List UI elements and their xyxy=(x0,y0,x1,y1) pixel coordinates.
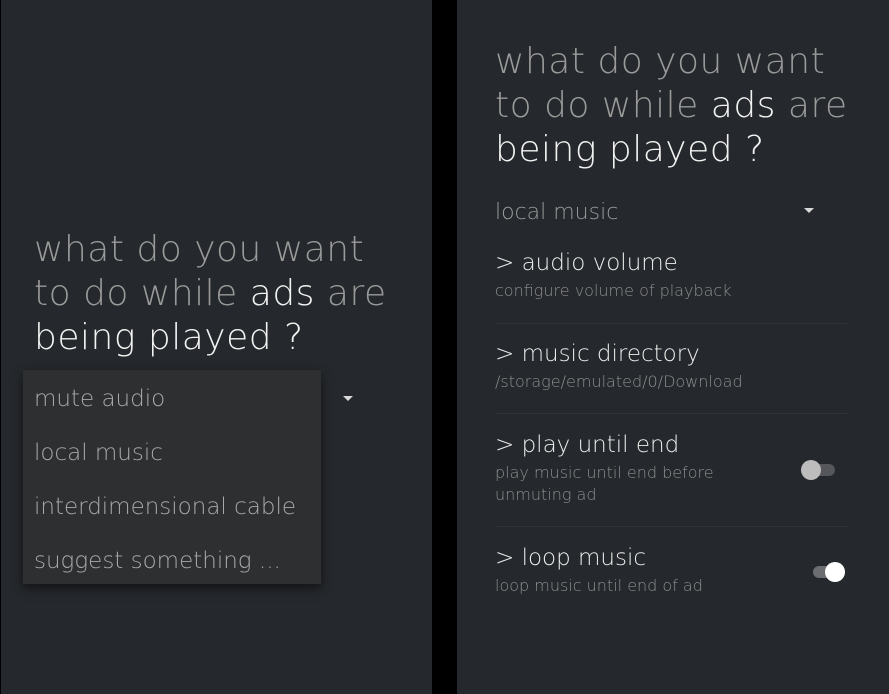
setting-loop-music[interactable]: > loop music loop music until end of ad xyxy=(495,545,847,597)
setting-music-directory[interactable]: > music directory /storage/emulated/0/Do… xyxy=(495,341,847,393)
local-music-settings-screen: what do you want to do while ads are bei… xyxy=(457,0,889,694)
loop-music-toggle[interactable] xyxy=(811,562,847,582)
menu-item-interdimensional-cable[interactable]: interdimensional cable xyxy=(34,494,296,520)
question-highlight-ads: ads xyxy=(710,85,776,126)
menu-item-mute-audio[interactable]: mute audio xyxy=(34,386,165,412)
question-highlight-played: being played ? xyxy=(495,129,765,170)
question-highlight-played: being played ? xyxy=(34,317,304,358)
setting-subtitle: loop music until end of ad xyxy=(495,576,703,595)
page-question: what do you want to do while ads are bei… xyxy=(495,40,855,172)
setting-audio-volume[interactable]: > audio volume configure volume of playb… xyxy=(495,250,847,302)
setting-title: > audio volume xyxy=(495,250,678,276)
question-text: are xyxy=(775,85,848,126)
toggle-thumb xyxy=(825,562,845,582)
toggle-thumb xyxy=(801,460,821,480)
menu-item-suggest[interactable]: suggest something ... xyxy=(34,548,281,574)
setting-title: > music directory xyxy=(495,341,700,367)
divider xyxy=(495,413,847,414)
setting-subtitle: play music until end before unmuting ad xyxy=(495,463,714,504)
setting-play-until-end[interactable]: > play until end play music until end be… xyxy=(495,432,847,506)
play-until-end-toggle[interactable] xyxy=(801,460,837,480)
divider xyxy=(495,323,847,324)
page-question: what do you want to do while ads are bei… xyxy=(34,228,394,360)
setting-subtitle: configure volume of playback xyxy=(495,281,732,300)
question-text: are xyxy=(314,273,387,314)
menu-item-local-music[interactable]: local music xyxy=(34,440,163,466)
divider xyxy=(495,526,847,527)
dropdown-arrow-icon[interactable] xyxy=(804,208,814,213)
dropdown-arrow-icon[interactable] xyxy=(343,396,353,401)
mode-dropdown[interactable]: local music xyxy=(495,200,618,225)
dropdown-open-screen: what do you want to do while ads are bei… xyxy=(1,0,432,694)
setting-subtitle: /storage/emulated/0/Download xyxy=(495,372,743,391)
setting-title: > play until end xyxy=(495,432,680,458)
dropdown-menu: mute audio local music interdimensional … xyxy=(23,370,321,584)
question-highlight-ads: ads xyxy=(249,273,315,314)
setting-title: > loop music xyxy=(495,545,647,571)
